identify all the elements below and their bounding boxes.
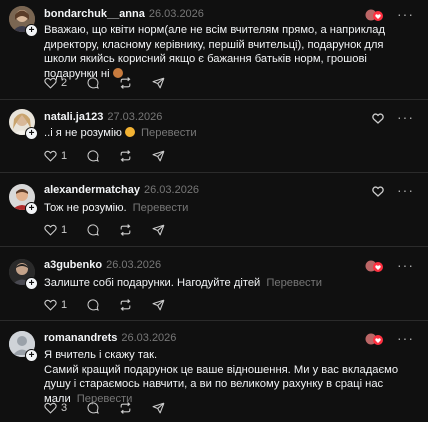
divider — [0, 99, 428, 100]
divider — [0, 246, 428, 247]
creator-liked-badge — [363, 332, 385, 345]
post-text: Я вчитель і скажу так. Самий кращий пода… — [44, 348, 416, 406]
repost-button[interactable] — [119, 150, 132, 162]
follow-plus-icon[interactable]: + — [25, 277, 38, 290]
repost-button[interactable] — [119, 77, 132, 89]
like-button[interactable]: 3 — [44, 402, 67, 414]
follow-plus-icon[interactable]: + — [25, 349, 38, 362]
post-text: ..і я не розумію Перевести — [44, 127, 197, 139]
like-count: 1 — [61, 150, 68, 162]
post-text: Залиште собі подарунки. Нагодуйте дітей П… — [44, 277, 323, 289]
post-meta: romanandrets 26.03.2026 — [44, 332, 176, 344]
post-actions: 3 — [44, 400, 185, 416]
more-icon[interactable]: ··· — [397, 7, 414, 21]
repost-icon — [120, 224, 131, 236]
heart-icon[interactable] — [363, 184, 385, 197]
confused-emoji-icon — [124, 127, 135, 137]
username[interactable]: alexandermatchay — [44, 184, 140, 196]
post-right-icons: ··· — [363, 110, 414, 124]
post-date: 27.03.2026 — [107, 111, 163, 123]
share-icon — [152, 402, 165, 414]
post-right-icons: ··· — [363, 7, 414, 21]
heart-icon — [44, 150, 57, 162]
post-right-icons: ··· — [363, 258, 414, 272]
more-icon[interactable]: ··· — [397, 331, 414, 345]
username[interactable]: romanandrets — [44, 332, 117, 344]
follow-plus-icon[interactable]: + — [25, 24, 38, 37]
like-count: 3 — [61, 402, 68, 414]
comment-icon — [87, 224, 99, 236]
share-icon — [152, 77, 165, 89]
post-date: 26.03.2026 — [148, 8, 204, 20]
comment-icon — [87, 77, 99, 89]
comment-icon — [87, 402, 99, 414]
post-meta: bondarchuk__anna 26.03.2026 — [44, 8, 204, 20]
share-button[interactable] — [152, 402, 165, 414]
heart-icon — [44, 77, 57, 89]
reply-button[interactable] — [87, 150, 99, 162]
repost-icon — [120, 77, 131, 89]
translate-link[interactable]: Перевести — [133, 202, 189, 214]
like-button[interactable]: 1 — [44, 224, 67, 236]
like-count: 1 — [61, 299, 68, 311]
post-date: 26.03.2026 — [121, 332, 177, 344]
repost-icon — [120, 299, 131, 311]
more-icon[interactable]: ··· — [397, 258, 414, 272]
share-icon — [152, 299, 165, 311]
post-right-icons: ··· — [363, 183, 414, 197]
post-text: Тож не розумію. Перевести — [44, 202, 189, 214]
translate-link[interactable]: Перевести — [141, 127, 197, 139]
reply-button[interactable] — [87, 77, 99, 89]
comment-icon — [87, 299, 99, 311]
post-right-icons: ··· — [363, 331, 414, 345]
post-text: Вважаю, що квіти норм(але не всім вчител… — [44, 24, 386, 80]
repost-icon — [120, 402, 131, 414]
more-icon[interactable]: ··· — [397, 110, 414, 124]
heart-icon — [44, 402, 57, 414]
share-button[interactable] — [152, 299, 165, 311]
reply-button[interactable] — [87, 299, 99, 311]
post-meta: a3gubenko 26.03.2026 — [44, 259, 161, 271]
like-count: 1 — [61, 224, 68, 236]
share-button[interactable] — [152, 224, 165, 236]
post-actions: 1 — [44, 297, 185, 313]
post-actions: 1 — [44, 148, 185, 164]
username[interactable]: a3gubenko — [44, 259, 102, 271]
heart-icon — [44, 299, 57, 311]
post-date: 26.03.2026 — [144, 184, 200, 196]
share-button[interactable] — [152, 150, 165, 162]
like-button[interactable]: 1 — [44, 299, 67, 311]
post-actions: 1 — [44, 222, 185, 238]
post-date: 26.03.2026 — [106, 259, 162, 271]
translate-link[interactable]: Перевести — [266, 277, 322, 289]
like-button[interactable]: 1 — [44, 150, 67, 162]
post-actions: 2 — [44, 75, 185, 91]
repost-icon — [120, 150, 131, 162]
divider — [0, 172, 428, 173]
creator-liked-badge — [363, 259, 385, 272]
username[interactable]: bondarchuk__anna — [44, 8, 145, 20]
post-meta: alexandermatchay 26.03.2026 — [44, 184, 199, 196]
heart-icon[interactable] — [363, 111, 385, 124]
share-icon — [152, 150, 165, 162]
reply-button[interactable] — [87, 224, 99, 236]
comment-icon — [87, 150, 99, 162]
more-icon[interactable]: ··· — [397, 183, 414, 197]
share-icon — [152, 224, 165, 236]
repost-button[interactable] — [119, 299, 132, 311]
follow-plus-icon[interactable]: + — [25, 127, 38, 140]
repost-button[interactable] — [119, 224, 132, 236]
divider — [0, 320, 428, 321]
share-button[interactable] — [152, 77, 165, 89]
reply-button[interactable] — [87, 402, 99, 414]
post-meta: natali.ja123 27.03.2026 — [44, 111, 162, 123]
creator-liked-badge — [363, 8, 385, 21]
repost-button[interactable] — [119, 402, 132, 414]
username[interactable]: natali.ja123 — [44, 111, 103, 123]
follow-plus-icon[interactable]: + — [25, 202, 38, 215]
like-button[interactable]: 2 — [44, 77, 67, 89]
like-count: 2 — [61, 77, 68, 89]
heart-icon — [44, 224, 57, 236]
post-text-line: Я вчитель і скажу так. — [44, 349, 158, 361]
